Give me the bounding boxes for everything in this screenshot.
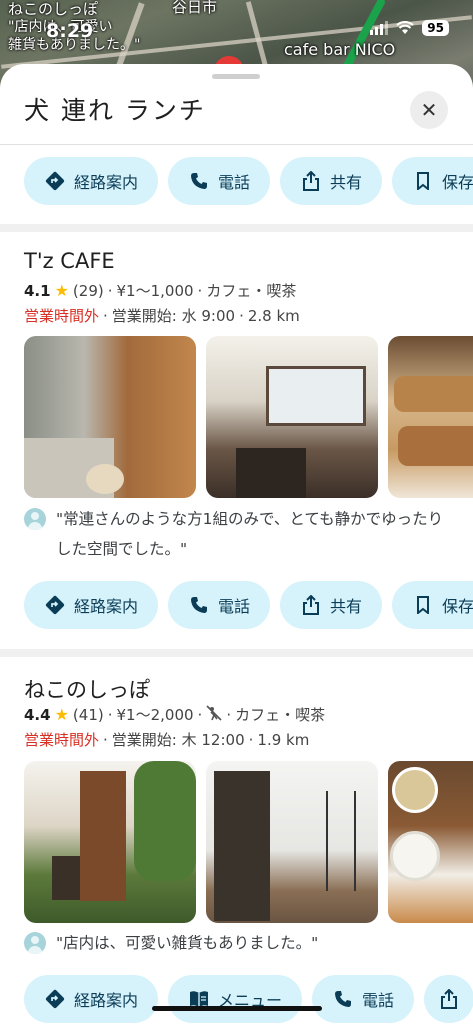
place-photo[interactable] [388, 761, 473, 923]
top-action-row: 経路案内 電話 共有 保存 [24, 157, 473, 205]
directions-icon [44, 988, 66, 1010]
map-label: 谷日市 [172, 0, 218, 16]
signal-icon [370, 21, 389, 35]
directions-icon [44, 594, 66, 616]
save-label: 保存 [442, 173, 473, 192]
separator: · [103, 730, 108, 749]
photo-carousel[interactable] [24, 761, 473, 923]
share-icon [300, 594, 322, 616]
map-label: cafe bar NICO [284, 40, 396, 59]
header-divider [0, 144, 473, 145]
place-name: T'z CAFE [24, 249, 115, 273]
battery-indicator: 95 [422, 20, 449, 36]
rating-value: 4.1 [24, 281, 51, 300]
close-button[interactable]: ✕ [410, 91, 448, 129]
call-button[interactable]: 電話 [168, 157, 271, 205]
place-action-row: 経路案内 電話 共有 保存 [24, 581, 473, 629]
place-hours: 営業時間外 · 営業開始: 水 9:00 · 2.8 km [24, 305, 300, 326]
review-count: (41) [72, 705, 104, 724]
status-closed: 営業時間外 [24, 731, 100, 749]
place-action-row: 経路案内 メニュー 電話 [24, 975, 473, 1023]
save-button[interactable]: 保存 [392, 157, 473, 205]
directions-icon [44, 170, 66, 192]
status-icons: 95 [370, 20, 449, 36]
status-closed: 営業時間外 [24, 307, 100, 325]
place-photo[interactable] [206, 336, 378, 498]
phone-icon [332, 988, 354, 1010]
save-label: 保存 [442, 597, 473, 616]
separator: · [226, 705, 232, 724]
separator: · [107, 705, 113, 724]
separator: · [248, 730, 254, 749]
call-button[interactable]: 電話 [168, 581, 271, 629]
price-range: ¥1～1,000 [116, 282, 194, 300]
separator: · [197, 281, 203, 300]
no-dogs-icon [206, 704, 222, 725]
directions-label: 経路案内 [74, 173, 139, 192]
directions-button[interactable]: 経路案内 [24, 975, 159, 1023]
separator: · [103, 306, 108, 325]
review-text: "店内は、可愛い雑貨もありました。" [56, 934, 319, 952]
place-photo[interactable] [24, 761, 196, 923]
share-button[interactable]: 共有 [280, 581, 383, 629]
directions-label: 経路案内 [74, 597, 139, 616]
category: カフェ・喫茶 [235, 706, 326, 724]
price-range: ¥1～2,000 [116, 706, 194, 724]
phone-icon [188, 594, 210, 616]
place-photo[interactable] [206, 761, 378, 923]
review-count: (29) [72, 281, 104, 300]
bookmark-icon [412, 170, 434, 192]
share-label: 共有 [330, 173, 363, 192]
place-meta: 4.1 ★ (29) · ¥1～1,000 · カフェ・喫茶 [24, 280, 296, 301]
home-indicator[interactable] [152, 1006, 322, 1011]
bookmark-icon [412, 594, 434, 616]
menu-button[interactable]: メニュー [168, 975, 303, 1023]
section-separator [0, 224, 473, 232]
star-icon: ★ [54, 705, 69, 724]
close-icon: ✕ [420, 98, 438, 122]
avatar [24, 508, 46, 530]
call-label: 電話 [362, 991, 395, 1010]
drag-handle[interactable] [212, 74, 260, 79]
share-icon [438, 988, 460, 1010]
separator: · [197, 705, 203, 724]
star-icon: ★ [54, 281, 69, 300]
opening-time: 営業開始: 水 9:00 [111, 307, 236, 325]
review-snippet[interactable]: "店内は、可愛い雑貨もありました。" [24, 928, 454, 958]
search-title: 犬 連れ ランチ [24, 96, 206, 125]
status-time: 8:29 [46, 20, 94, 42]
directions-button[interactable]: 経路案内 [24, 581, 159, 629]
photo-carousel[interactable] [24, 336, 473, 498]
rating-value: 4.4 [24, 705, 51, 724]
avatar [24, 932, 46, 954]
review-text: "常連さんのような方1組のみで、とても静かでゆったりした空間でした。" [56, 510, 444, 558]
call-label: 電話 [218, 597, 251, 616]
call-button[interactable]: 電話 [312, 975, 415, 1023]
place-hours: 営業時間外 · 営業開始: 木 12:00 · 1.9 km [24, 729, 309, 750]
separator: · [107, 281, 113, 300]
category: カフェ・喫茶 [206, 282, 297, 300]
results-sheet: 犬 連れ ランチ ✕ 経路案内 電話 共有 保存 T'z CAFE 4.1 ★ … [0, 64, 473, 1024]
place-name: ねこのしっぽ [24, 678, 150, 702]
place-photo[interactable] [388, 336, 473, 498]
call-label: 電話 [218, 173, 251, 192]
share-label: 共有 [330, 597, 363, 616]
directions-label: 経路案内 [74, 991, 139, 1010]
directions-button[interactable]: 経路案内 [24, 157, 159, 205]
wifi-icon [396, 21, 414, 34]
share-icon [300, 170, 322, 192]
share-button[interactable]: 共有 [280, 157, 383, 205]
place-photo[interactable] [24, 336, 196, 498]
save-button[interactable]: 保存 [392, 581, 473, 629]
opening-time: 営業開始: 木 12:00 [111, 731, 245, 749]
share-button[interactable] [424, 975, 473, 1023]
distance: 2.8 km [247, 306, 300, 325]
phone-icon [188, 170, 210, 192]
separator: · [239, 306, 244, 325]
review-snippet[interactable]: "常連さんのような方1組のみで、とても静かでゆったりした空間でした。" [24, 504, 454, 564]
distance: 1.9 km [257, 730, 310, 749]
place-meta: 4.4 ★ (41) · ¥1～2,000 · · カフェ・喫茶 [24, 704, 325, 725]
section-separator [0, 649, 473, 657]
